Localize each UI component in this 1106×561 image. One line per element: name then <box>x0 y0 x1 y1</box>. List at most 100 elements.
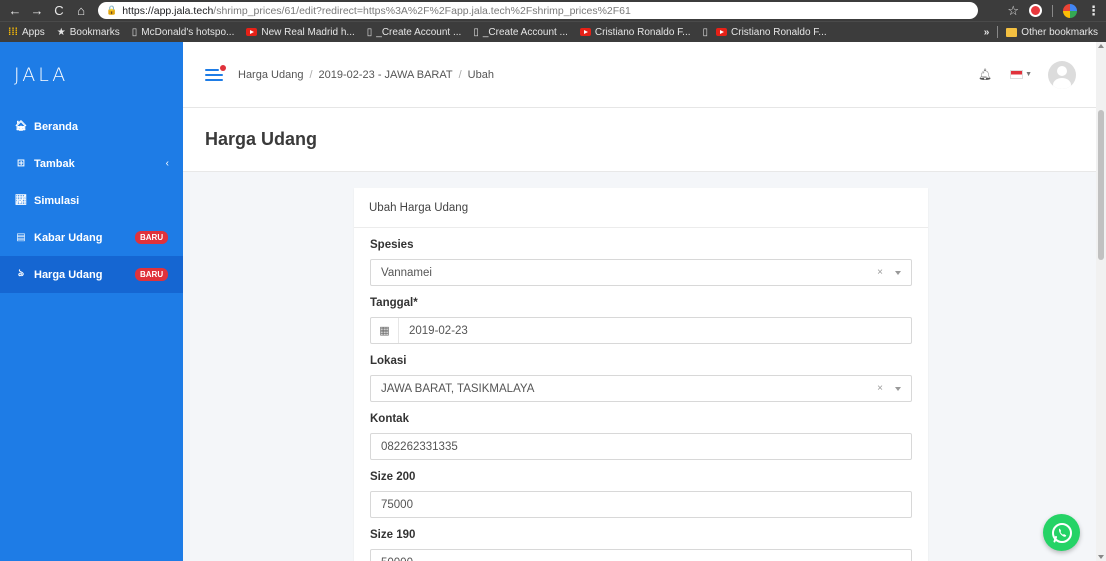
bookmark-cristiano-1[interactable]: Cristiano Ronaldo F... <box>579 26 691 38</box>
page-icon: ▯ <box>366 26 373 38</box>
chevron-down-icon[interactable]: ▼ <box>1025 71 1032 78</box>
page-icon: ▯ <box>702 26 709 38</box>
url-path: /shrimp_prices/61/edit?redirect=https%3A… <box>213 4 631 17</box>
bookmark-apps[interactable]: ⁞⁞⁞ Apps <box>8 27 45 38</box>
chevron-left-icon: ‹ <box>165 158 169 169</box>
home-icon[interactable]: ⌂ <box>72 3 90 18</box>
extension-icon[interactable] <box>1063 3 1077 18</box>
bookmark-label: Bookmarks <box>69 26 120 38</box>
indonesia-flag-icon[interactable] <box>1010 70 1024 79</box>
size-190-value: 50000 <box>381 557 413 561</box>
bookmark-label: Apps <box>22 26 45 38</box>
toolbar-divider <box>1052 4 1053 17</box>
breadcrumb-item[interactable]: 2019-02-23 - JAWA BARAT <box>319 69 453 81</box>
bookmark-label: _Create Account ... <box>376 26 462 38</box>
forward-arrow-icon[interactable]: → <box>28 3 46 18</box>
bookmarks-bar: ⁞⁞⁞ Apps ★ Bookmarks ▯ McDonald's hotspo...… <box>0 21 1106 42</box>
sidebar-item-label: Tambak <box>34 157 75 170</box>
sidebar-item-harga-udang[interactable]: ঌ Harga Udang BARU <box>0 256 183 293</box>
bookmark-label: Cristiano Ronaldo F... <box>731 26 827 38</box>
edit-price-form: Spesies Vannamei × Tanggal* ▦ 2019-02-23… <box>354 239 928 561</box>
lokasi-value: JAWA BARAT, TASIKMALAYA <box>381 382 535 395</box>
sidebar-item-beranda[interactable]: 🏠︎ Beranda <box>0 108 183 145</box>
bookmark-label: _Create Account ... <box>482 26 568 38</box>
sidebar-item-simulasi[interactable]: 📈︎ Simulasi <box>0 182 183 219</box>
chrome-menu-icon[interactable]: ⋮ <box>1087 3 1100 19</box>
bookmark-cristiano-2[interactable]: ▯ Cristiano Ronaldo F... <box>703 27 827 38</box>
tanggal-label: Tanggal* <box>370 297 418 309</box>
tanggal-date-field[interactable]: ▦ 2019-02-23 <box>370 317 912 344</box>
bookmark-create-account-2[interactable]: ▯ _Create Account ... <box>473 27 568 38</box>
page-scrollbar[interactable] <box>1096 42 1106 561</box>
sidebar-item-label: Kabar Udang <box>34 231 103 244</box>
bookmark-create-account-1[interactable]: ▯ _Create Account ... <box>367 27 462 38</box>
scroll-down-arrow-icon[interactable] <box>1098 555 1104 559</box>
opera-extension-icon[interactable] <box>1029 4 1042 17</box>
dropdown-arrow-icon[interactable] <box>895 270 901 275</box>
tanggal-value: 2019-02-23 <box>409 324 468 337</box>
bookmarks-overflow-icon[interactable]: » <box>984 27 990 38</box>
sidebar: JALA 🏠︎ Beranda ⊞ Tambak ‹ 📈︎ Simulasi ▤… <box>0 42 183 561</box>
reload-icon[interactable]: C <box>50 3 68 18</box>
whatsapp-button[interactable] <box>1043 514 1080 551</box>
hamburger-menu-icon[interactable] <box>205 64 226 82</box>
page-icon: ▯ <box>473 26 479 38</box>
calendar-icon[interactable]: ▦ <box>371 318 399 343</box>
sidebar-item-tambak[interactable]: ⊞ Tambak ‹ <box>0 145 183 182</box>
spesies-label: Spesies <box>370 239 414 251</box>
back-arrow-icon[interactable]: ← <box>6 3 24 18</box>
new-badge: BARU <box>135 231 169 244</box>
size-190-label: Size 190 <box>370 529 416 541</box>
bookmark-mcdonalds[interactable]: ▯ McDonald's hotspo... <box>132 27 235 38</box>
spesies-value: Vannamei <box>381 266 432 279</box>
bell-icon[interactable]: 🔔︎ <box>978 68 992 81</box>
edit-price-card: Ubah Harga Udang Spesies Vannamei × Tang… <box>354 188 928 561</box>
chart-icon: 📈︎ <box>14 195 28 206</box>
lokasi-select[interactable]: JAWA BARAT, TASIKMALAYA × <box>370 375 912 402</box>
card-title: Ubah Harga Udang <box>354 188 928 228</box>
sidebar-item-label: Harga Udang <box>34 268 103 281</box>
kontak-value: 082262331335 <box>381 440 458 453</box>
other-bookmarks[interactable]: Other bookmarks <box>1006 27 1098 38</box>
home-icon: 🏠︎ <box>14 121 28 132</box>
other-bookmarks-label: Other bookmarks <box>1021 26 1098 38</box>
clear-icon[interactable]: × <box>877 383 883 394</box>
kontak-label: Kontak <box>370 413 409 425</box>
avatar[interactable] <box>1048 60 1076 89</box>
youtube-icon <box>716 28 728 36</box>
folder-icon <box>1006 27 1018 37</box>
bookmark-real-madrid[interactable]: New Real Madrid h... <box>246 26 355 38</box>
scroll-up-arrow-icon[interactable] <box>1098 44 1104 48</box>
bookmark-label: McDonald's hotspo... <box>141 26 235 38</box>
browser-toolbar: ← → C ⌂ 🔒 https://app.jala.tech/shrimp_p… <box>0 0 1106 21</box>
whatsapp-icon <box>1051 522 1072 543</box>
size-200-value: 75000 <box>381 498 413 511</box>
size-200-label: Size 200 <box>370 471 416 483</box>
bookmark-label: New Real Madrid h... <box>261 26 355 38</box>
kontak-input[interactable]: 082262331335 <box>370 433 912 460</box>
apps-grid-icon: ⁞⁞⁞ <box>8 26 18 38</box>
shrimp-icon: ঌ <box>17 268 25 279</box>
scrollbar-thumb[interactable] <box>1098 110 1104 260</box>
new-badge: BARU <box>135 268 169 281</box>
dropdown-arrow-icon[interactable] <box>895 386 901 391</box>
news-icon: ▤ <box>16 232 26 243</box>
clear-icon[interactable]: × <box>877 267 883 278</box>
bookmark-bookmarks[interactable]: ★ Bookmarks <box>57 27 120 38</box>
url-host: https://app.jala.tech <box>122 4 214 17</box>
sidebar-item-kabar-udang[interactable]: ▤ Kabar Udang BARU <box>0 219 183 256</box>
page-title: Harga Udang <box>205 129 318 149</box>
address-bar[interactable]: 🔒 https://app.jala.tech/shrimp_prices/61… <box>98 2 978 19</box>
spesies-select[interactable]: Vannamei × <box>370 259 912 286</box>
size-190-input[interactable]: 50000 <box>370 549 912 561</box>
bookmark-star-icon[interactable]: ☆ <box>1007 3 1019 19</box>
youtube-icon <box>579 28 591 36</box>
breadcrumb-item[interactable]: Harga Udang <box>238 69 303 81</box>
sidebar-item-label: Beranda <box>34 120 79 133</box>
jala-logo[interactable]: JALA <box>0 42 183 108</box>
lock-icon: 🔒 <box>106 5 118 15</box>
star-icon: ★ <box>56 26 66 38</box>
breadcrumb: Harga Udang/2019-02-23 - JAWA BARAT / Ubah <box>238 68 494 81</box>
size-200-input[interactable]: 75000 <box>370 491 912 518</box>
bookmark-label: Cristiano Ronaldo F... <box>594 26 691 38</box>
